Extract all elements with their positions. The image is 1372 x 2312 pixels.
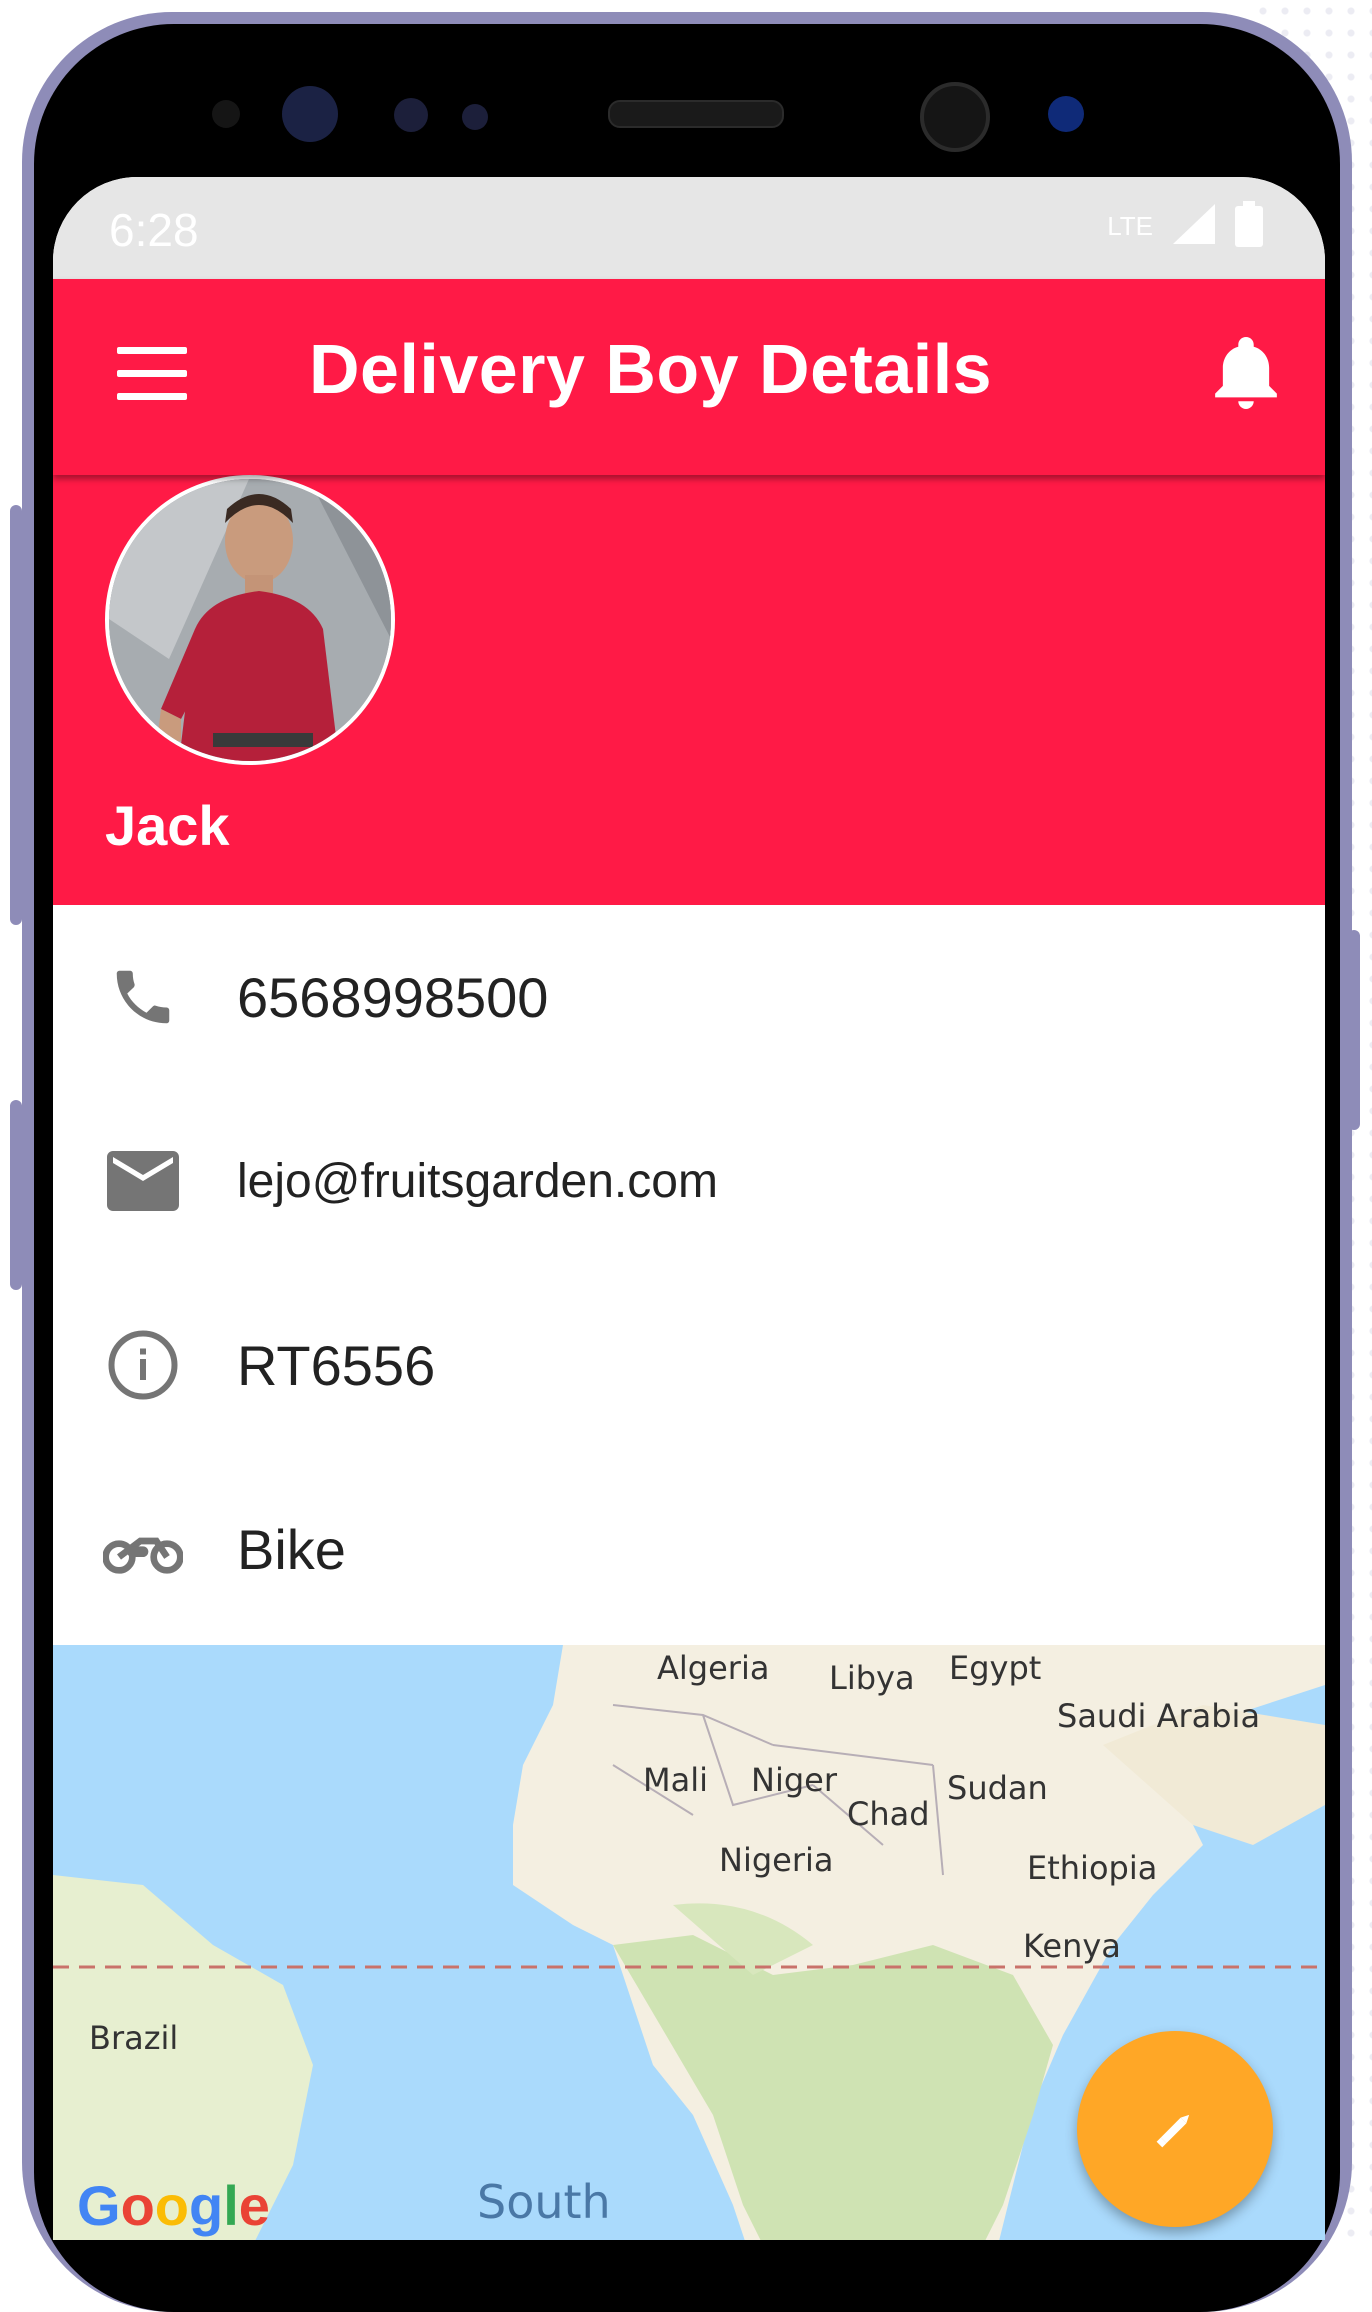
map-label: Algeria [657, 1649, 770, 1687]
phone-value: 6568998500 [237, 965, 549, 1029]
map-label: Ethiopia [1027, 1849, 1158, 1887]
map-label: Egypt [949, 1649, 1042, 1687]
status-icons: LTE [1107, 201, 1263, 252]
phone-side-button [10, 1100, 22, 1290]
pencil-icon [1156, 2114, 1190, 2148]
page-title: Delivery Boy Details [309, 330, 993, 408]
vehicle-row[interactable]: Bike [53, 1457, 1325, 1641]
network-type: LTE [1107, 211, 1153, 241]
map-label: Niger [751, 1761, 837, 1799]
map-label: Brazil [89, 2019, 179, 2057]
status-time: 6:28 [109, 204, 199, 256]
details-list: 6568998500 lejo@fruitsgarden.com RT6556 … [53, 905, 1325, 1641]
app-screen: 6:28 LTE Delivery Boy Details Jack 65689… [53, 177, 1325, 2240]
phone-side-button [10, 505, 22, 925]
phone-sensor [394, 98, 428, 132]
map-label: Mali [643, 1761, 708, 1799]
motorcycle-icon [103, 1509, 183, 1589]
map-label: Nigeria [719, 1841, 834, 1879]
phone-icon [103, 957, 183, 1037]
phone-speaker [608, 100, 784, 128]
map-label: Sudan [947, 1769, 1048, 1807]
avatar [105, 475, 395, 765]
vehicle-value: Bike [237, 1517, 346, 1581]
signal-icon [1173, 204, 1215, 249]
battery-icon [1235, 201, 1263, 252]
email-value: lejo@fruitsgarden.com [237, 1154, 718, 1208]
id-value: RT6556 [237, 1333, 436, 1397]
google-logo: Google [77, 2174, 270, 2237]
phone-sensor [212, 100, 240, 128]
profile-header: Jack [53, 475, 1325, 905]
bell-icon[interactable] [1215, 337, 1277, 414]
phone-sensor [462, 104, 488, 130]
id-row[interactable]: RT6556 [53, 1273, 1325, 1457]
map-label: Chad [847, 1795, 930, 1833]
email-row[interactable]: lejo@fruitsgarden.com [53, 1089, 1325, 1273]
edit-fab-button[interactable] [1077, 2031, 1273, 2227]
email-icon [103, 1141, 183, 1221]
phone-sensor [282, 86, 338, 142]
status-bar: 6:28 LTE [53, 177, 1325, 279]
phone-iris-sensor [1048, 96, 1084, 132]
phone-front-camera [920, 82, 990, 152]
app-bar: Delivery Boy Details [53, 279, 1325, 475]
menu-icon[interactable] [117, 347, 187, 401]
profile-name: Jack [105, 794, 230, 857]
info-icon [103, 1325, 183, 1405]
map-label: South [477, 2175, 611, 2229]
map-label: Libya [829, 1659, 915, 1697]
map-label: Kenya [1023, 1927, 1121, 1965]
phone-row[interactable]: 6568998500 [53, 905, 1325, 1089]
phone-side-button [1348, 930, 1360, 1130]
map-label: Saudi Arabia [1057, 1697, 1261, 1735]
